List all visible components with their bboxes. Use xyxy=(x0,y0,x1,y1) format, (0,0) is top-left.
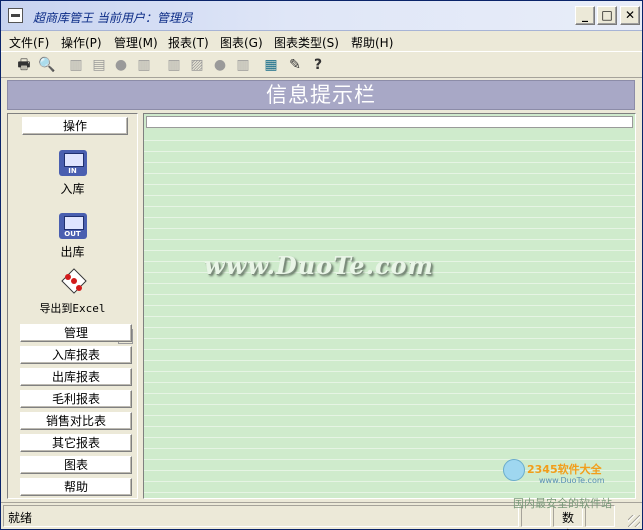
menu-manage[interactable]: 管理(M) xyxy=(114,34,158,51)
operation-list: IN 入库 OUT 出库 导出到Excel ▼ xyxy=(9,140,136,344)
content-header xyxy=(146,116,633,128)
section-manage-button[interactable]: 管理 xyxy=(20,324,132,342)
menu-bar: 文件(F) 操作(P) 管理(M) 报表(T) 图表(G) 图表类型(S) 帮助… xyxy=(1,31,642,51)
corner-logo: 2345软件大全 www.DuoTe.com xyxy=(503,457,633,495)
menu-operation[interactable]: 操作(P) xyxy=(61,34,102,51)
print-icon[interactable]: 🖶 xyxy=(15,56,33,74)
section-stock-out-report-button[interactable]: 出库报表 xyxy=(20,368,132,386)
stacked-chart-icon[interactable]: ▤ xyxy=(90,56,108,74)
logo-url: www.DuoTe.com xyxy=(539,476,605,485)
bar-3d-icon[interactable]: ▥ xyxy=(165,56,183,74)
watermark: www.DuoTe.com xyxy=(204,251,434,280)
stock-out-label: 出库 xyxy=(60,245,85,259)
note-icon[interactable]: ✎ xyxy=(286,56,304,74)
menu-help[interactable]: 帮助(H) xyxy=(351,34,393,51)
corner-bottom-text: 国内最安全的软件站 xyxy=(513,497,612,510)
export-excel-icon xyxy=(57,266,89,298)
toolbar: 🖶 🔍 ▥ ▤ ● ▥ ▥ ▨ ● ▥ ▦ ✎ ? xyxy=(1,51,642,78)
content-area[interactable]: www.DuoTe.com 2345软件大全 www.DuoTe.com xyxy=(143,113,636,499)
menu-chart[interactable]: 图表(G) xyxy=(220,34,263,51)
stock-in-icon: IN xyxy=(57,146,89,178)
area-chart-icon[interactable]: ▨ xyxy=(188,56,206,74)
calculator-icon[interactable]: ▦ xyxy=(262,56,280,74)
export-excel-label: 导出到Excel xyxy=(39,302,106,315)
menu-report[interactable]: 报表(T) xyxy=(168,34,209,51)
maximize-button[interactable]: □ xyxy=(597,6,617,25)
export-excel-item[interactable]: 导出到Excel xyxy=(9,266,136,316)
section-operation-button[interactable]: 操作 xyxy=(22,117,128,135)
stock-out-item[interactable]: OUT 出库 xyxy=(9,209,136,260)
navigation-panel: 操作 IN 入库 OUT 出库 导出到Excel ▼ xyxy=(7,113,138,499)
section-other-reports-button[interactable]: 其它报表 xyxy=(20,434,132,452)
pie-3d-icon[interactable]: ● xyxy=(211,56,229,74)
section-stock-in-report-button[interactable]: 入库报表 xyxy=(20,346,132,364)
section-sales-compare-button[interactable]: 销售对比表 xyxy=(20,412,132,430)
pie-chart-icon[interactable]: ● xyxy=(112,56,130,74)
main-window: 超商库管王 当前用户：管理员 _ □ ✕ 文件(F) 操作(P) 管理(M) 报… xyxy=(0,0,643,530)
section-charts-button[interactable]: 图表 xyxy=(20,456,132,474)
column-chart-icon[interactable]: ▥ xyxy=(135,56,153,74)
minimize-button[interactable]: _ xyxy=(575,6,595,25)
mascot-icon xyxy=(503,459,525,481)
section-help-button[interactable]: 帮助 xyxy=(20,478,132,496)
grid-lines xyxy=(144,130,635,498)
logo-text: 2345软件大全 xyxy=(527,463,602,476)
print-preview-icon[interactable]: 🔍 xyxy=(38,56,56,74)
bar-chart-icon[interactable]: ▥ xyxy=(67,56,85,74)
title-bar[interactable]: 超商库管王 当前用户：管理员 _ □ ✕ xyxy=(1,1,642,31)
histogram-icon[interactable]: ▥ xyxy=(234,56,252,74)
help-icon[interactable]: ? xyxy=(309,56,327,74)
stock-in-item[interactable]: IN 入库 xyxy=(9,146,136,197)
menu-chart-type[interactable]: 图表类型(S) xyxy=(274,34,339,51)
info-header: 信息提示栏 xyxy=(7,80,635,110)
window-title: 超商库管王 当前用户：管理员 xyxy=(33,11,193,25)
app-menu-icon[interactable] xyxy=(8,8,23,23)
menu-file[interactable]: 文件(F) xyxy=(9,34,49,51)
status-text: 就绪 xyxy=(3,505,519,527)
close-button[interactable]: ✕ xyxy=(620,6,640,25)
stock-out-icon: OUT xyxy=(57,209,89,241)
resize-grip-icon[interactable] xyxy=(628,515,640,527)
stock-in-label: 入库 xyxy=(60,182,85,196)
section-gross-profit-report-button[interactable]: 毛利报表 xyxy=(20,390,132,408)
